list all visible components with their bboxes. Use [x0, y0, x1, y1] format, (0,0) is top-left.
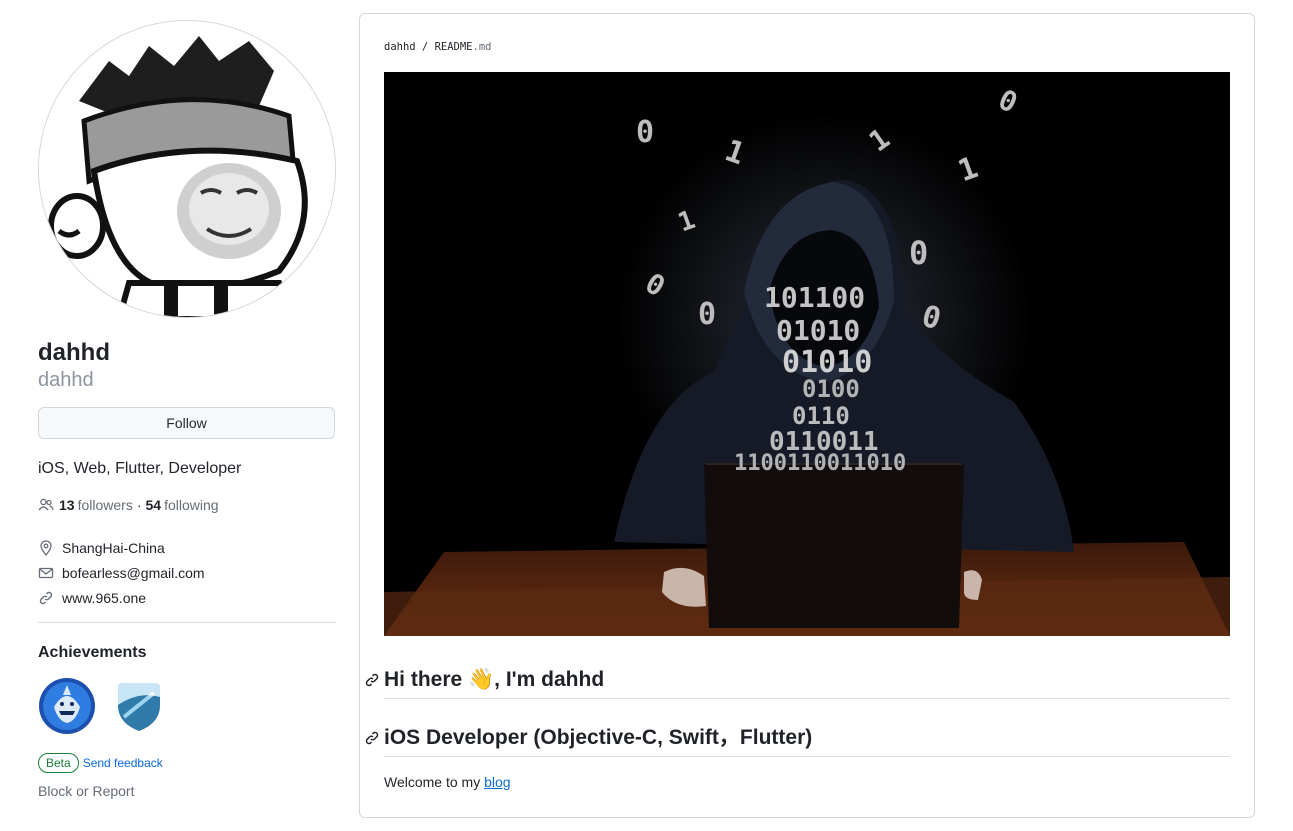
svg-text:0: 0 [636, 115, 654, 150]
svg-text:1100110011010: 1100110011010 [734, 451, 906, 476]
profile-bio: iOS, Web, Flutter, Developer [38, 460, 242, 477]
website-item: www.965.one [38, 585, 336, 610]
profile-name: dahhd [38, 339, 110, 366]
arctic-badge-icon[interactable] [110, 677, 168, 735]
follow-stats: 13 followers · 54 following [38, 495, 336, 515]
svg-text:0: 0 [909, 234, 928, 272]
avatar[interactable] [38, 20, 336, 318]
people-icon [38, 498, 54, 511]
profile-sidebar: dahhd dahhd Follow iOS, Web, Flutter, De… [38, 20, 336, 801]
svg-text:101100: 101100 [764, 281, 865, 314]
profile-details: ShangHai-China bofearless@gmail.com www.… [38, 535, 336, 610]
follow-button[interactable]: Follow [38, 407, 335, 439]
link-icon [39, 591, 53, 604]
beta-feedback-row: Beta Send feedback [38, 753, 336, 773]
location-icon [40, 539, 52, 556]
welcome-text: Welcome to my [384, 774, 485, 790]
email-item: bofearless@gmail.com [38, 560, 336, 585]
readme-card: dahhd / README.md 101100 01010 01010 010… [359, 13, 1255, 818]
shark-badge-icon[interactable] [38, 677, 96, 735]
hacker-image: 101100 01010 01010 0100 0110 0110011 110… [384, 72, 1230, 636]
follow-separator: · [136, 497, 142, 513]
beta-label: Beta [38, 753, 79, 773]
location-item: ShangHai-China [38, 535, 336, 560]
breadcrumb-owner[interactable]: dahhd [384, 41, 416, 53]
followers-label: followers [77, 497, 133, 513]
website-link[interactable]: www.965.one [62, 590, 146, 606]
heading-greeting-text: Hi there 👋, I'm dahhd [384, 668, 605, 691]
readme-breadcrumb: dahhd / README.md [384, 41, 491, 53]
mail-icon [38, 567, 54, 578]
svg-text:0100: 0100 [802, 375, 860, 403]
anchor-link-icon[interactable] [364, 730, 380, 746]
profile-login: dahhd [38, 369, 94, 391]
breadcrumb-ext: .md [472, 41, 492, 53]
breadcrumb-separator: / [415, 41, 435, 53]
following-label: following [164, 497, 219, 513]
svg-text:0110: 0110 [792, 402, 850, 430]
achievements-title: Achievements [38, 644, 147, 661]
heading-role-text: iOS Developer (Objective-C, Swift，Flutte… [384, 726, 813, 749]
anchor-link-icon[interactable] [364, 672, 380, 688]
blog-link[interactable]: blog [484, 774, 510, 790]
following-count: 54 [145, 497, 162, 513]
welcome-paragraph: Welcome to my blog [384, 774, 511, 790]
email-link[interactable]: bofearless@gmail.com [62, 565, 205, 581]
svg-text:01010: 01010 [776, 314, 860, 347]
following-link[interactable]: 54 following [146, 495, 219, 515]
readme-hero-image: 101100 01010 01010 0100 0110 0110011 110… [384, 72, 1230, 636]
achievement-badges [38, 677, 336, 735]
sidebar-divider [38, 622, 336, 623]
readme-heading-greeting: Hi there 👋, I'm dahhd [365, 665, 1230, 699]
send-feedback-link[interactable]: Send feedback [83, 756, 163, 770]
readme-heading-role: iOS Developer (Objective-C, Swift，Flutte… [365, 723, 1230, 757]
breadcrumb-file: README [434, 41, 473, 53]
block-or-report-link[interactable]: Block or Report [38, 783, 134, 799]
svg-text:0: 0 [698, 297, 716, 332]
location-text: ShangHai-China [62, 539, 165, 556]
followers-link[interactable]: 13 followers [59, 495, 133, 515]
followers-count: 13 [59, 497, 75, 513]
avatar-image [39, 21, 335, 317]
